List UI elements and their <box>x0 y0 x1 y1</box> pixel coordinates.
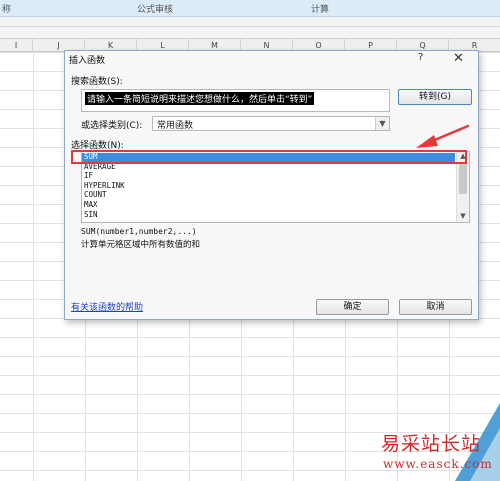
cancel-button[interactable]: 取消 <box>399 299 472 315</box>
search-input[interactable]: 请输入一条简短说明来描述您想做什么，然后单击“转到” <box>81 89 390 112</box>
list-scrollbar[interactable]: ▲ ▼ <box>456 152 469 222</box>
function-list-item[interactable]: SIN <box>82 210 455 220</box>
function-list-item[interactable]: IF <box>82 172 455 181</box>
function-list-item[interactable]: COUNT <box>82 191 455 200</box>
goto-button[interactable]: 转到(G) <box>398 89 472 105</box>
ribbon-group-formula-audit[interactable]: 公式审核 <box>137 2 173 15</box>
category-select[interactable]: 常用函数 ▼ <box>152 116 390 131</box>
search-input-text: 请输入一条简短说明来描述您想做什么，然后单击“转到” <box>85 92 315 105</box>
watermark-title: 易采站长站 <box>381 433 482 455</box>
scroll-up-icon[interactable]: ▲ <box>457 152 469 162</box>
column-header[interactable]: I <box>0 39 33 52</box>
dialog-title: 插入函数 <box>69 56 106 66</box>
function-signature: SUM(number1,number2,...) <box>81 227 197 236</box>
function-list-label: 选择函数(N): <box>71 141 124 151</box>
close-icon[interactable]: ✕ <box>453 51 464 66</box>
formula-bar[interactable] <box>0 17 500 39</box>
watermark-url: www.easck.com <box>383 457 493 471</box>
help-icon[interactable]: ? <box>418 52 423 63</box>
insert-function-dialog: 插入函数 ? ✕ 搜索函数(S): 请输入一条简短说明来描述您想做什么，然后单击… <box>64 50 479 320</box>
function-list-item[interactable]: HYPERLINK <box>82 181 455 191</box>
function-list-item[interactable]: AVERAGE <box>82 162 455 172</box>
category-value: 常用函数 <box>157 121 194 131</box>
search-label: 搜索函数(S): <box>71 77 123 87</box>
category-label: 或选择类别(C): <box>81 121 143 131</box>
chevron-down-icon[interactable]: ▼ <box>375 117 389 130</box>
scroll-thumb[interactable] <box>459 164 467 194</box>
function-list-item[interactable]: MAX <box>82 200 455 210</box>
ribbon-group-calculation[interactable]: 计算 <box>311 2 329 15</box>
scroll-down-icon[interactable]: ▼ <box>457 212 469 222</box>
function-list[interactable]: ▲ ▼ SUM AVERAGE IF HYPERLINK COUNT MAX SIN <box>81 151 470 223</box>
function-description: 计算单元格区域中所有数值的和 <box>81 240 201 250</box>
function-help-link[interactable]: 有关该函数的帮助 <box>71 300 143 313</box>
function-list-item[interactable]: SUM <box>82 152 455 162</box>
ok-button[interactable]: 确定 <box>316 299 389 315</box>
ribbon-fragment-label: 称 <box>2 5 12 15</box>
ribbon-strip: 称 公式审核 计算 <box>0 0 500 17</box>
